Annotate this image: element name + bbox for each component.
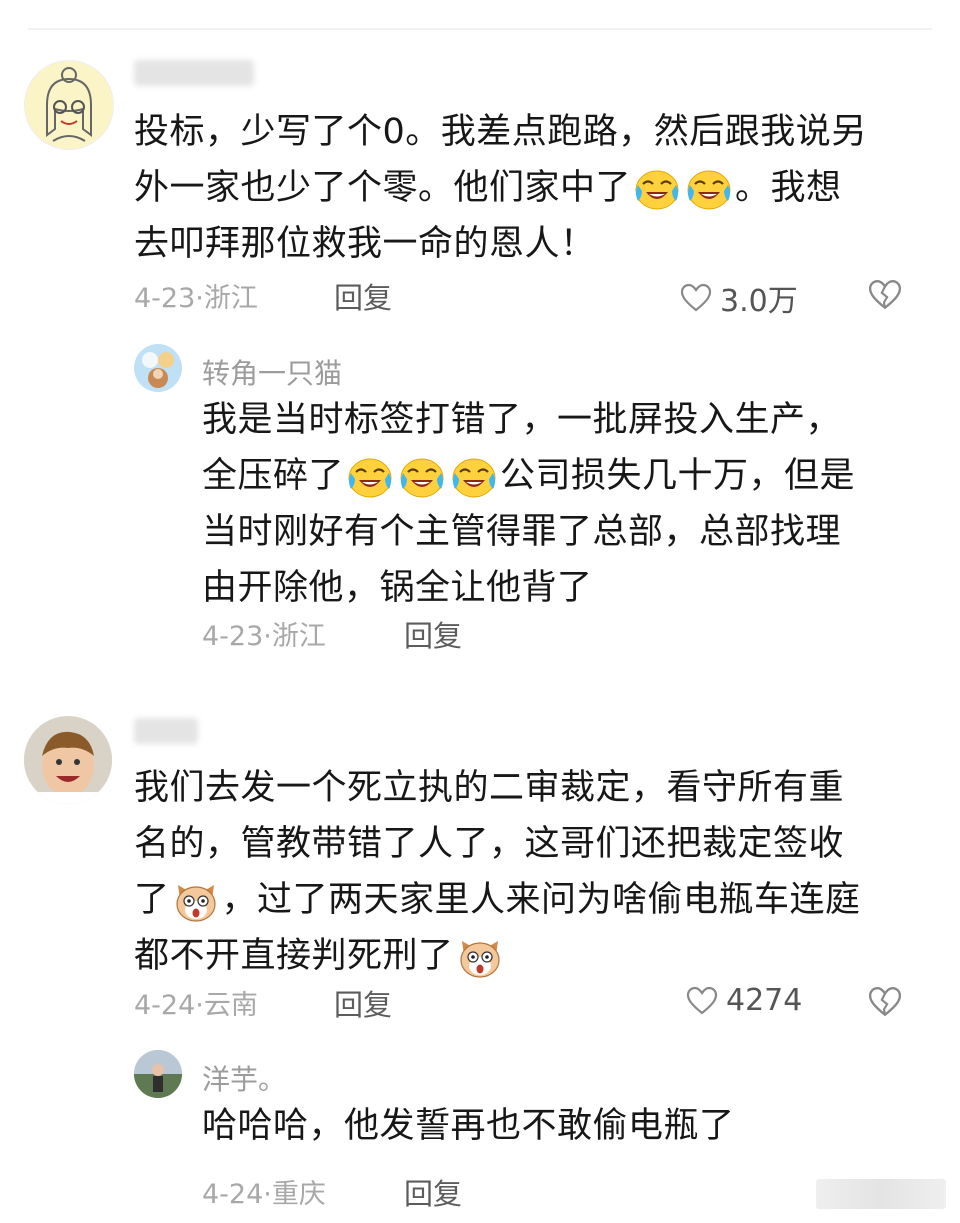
comment-line: 外一家也少了个零。他们家中了 。我想 [134,160,867,216]
reply-button[interactable]: 回复 [334,275,392,317]
reply-line: 由开除他，锅全让他背了 [202,568,593,608]
reply-username[interactable]: 洋芋。 [202,1058,286,1098]
comment-line: 投标，少写了个0。我差点跑路，然后跟我说另 [134,112,867,152]
reply-line: 当时刚好有个主管得罪了总部，总部找理 [202,512,842,552]
comment-text: 投标，少写了个0。我差点跑路，然后跟我说另 外一家也少了个零。他们家中了 。我想 … [134,104,867,272]
like-button[interactable]: 4274 [686,983,802,1018]
reply-line: 全压碎了 公司损失几十万，但是 [202,448,855,504]
comment-line: 名的，管教带错了人了，这哥们还把裁定签收 [134,824,845,864]
shocked-dog-emoji [456,935,504,979]
avatar[interactable] [24,60,114,150]
reply-line: 我是当时标签打错了，一批屏投入生产， [202,400,842,440]
laugh-cry-emoji [450,455,498,499]
reply-username[interactable]: 转角一只猫 [202,352,342,392]
like-count: 3.0万 [720,284,798,319]
broken-heart-icon[interactable] [868,986,902,1018]
like-button[interactable]: 3.0万 [680,276,798,320]
laugh-cry-emoji [685,167,733,211]
reply-text: 我是当时标签打错了，一批屏投入生产， 全压碎了 公司损失几十万，但是 当时刚好有个… [202,392,855,616]
heart-outline-icon [680,283,712,313]
laugh-cry-emoji [398,455,446,499]
reply-button[interactable]: 回复 [404,1171,462,1213]
shocked-dog-emoji [172,879,220,923]
reply-date-location: 4-23·浙江 [202,621,326,652]
watermark [816,1179,946,1209]
like-count: 4274 [726,983,803,1018]
comment-date-location: 4-23·浙江 [134,283,258,314]
reply-button[interactable]: 回复 [334,982,392,1024]
laugh-cry-emoji [633,167,681,211]
username[interactable] [134,718,198,744]
username[interactable] [134,60,254,86]
reply-date-location: 4-24·重庆 [202,1179,326,1210]
reply-button[interactable]: 回复 [404,613,462,655]
reply-avatar[interactable] [134,344,182,392]
reply-line: 哈哈哈，他发誓再也不敢偷电瓶了 [202,1106,735,1146]
avatar[interactable] [24,716,112,804]
top-divider [28,28,932,30]
comment-line: 我们去发一个死立执的二审裁定，看守所有重 [134,768,845,808]
reply-avatar[interactable] [134,1050,182,1098]
comment-line: 都不开直接判死刑了 [134,928,861,984]
laugh-cry-emoji [346,455,394,499]
reply-text: 哈哈哈，他发誓再也不敢偷电瓶了 [202,1098,735,1154]
comment-date-location: 4-24·云南 [134,990,258,1021]
comment-line: 了，过了两天家里人来问为啥偷电瓶车连庭 [134,872,861,928]
comment-text: 我们去发一个死立执的二审裁定，看守所有重 名的，管教带错了人了，这哥们还把裁定签… [134,760,861,984]
heart-outline-icon [686,986,718,1016]
broken-heart-icon[interactable] [868,279,902,311]
comment-line: 去叩拜那位救我一命的恩人！ [134,224,596,264]
